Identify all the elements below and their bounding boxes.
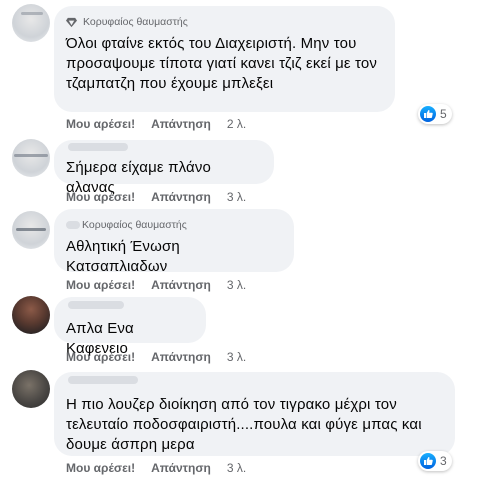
reaction-count: 3 xyxy=(440,454,447,468)
like-link[interactable]: Μου αρέσει! xyxy=(66,117,135,131)
timestamp[interactable]: 2 λ. xyxy=(227,117,246,131)
comment-bubble: Σήμερα είχαμε πλάνο αλανας xyxy=(54,140,274,196)
reaction-count: 5 xyxy=(440,107,447,121)
like-thumb-icon xyxy=(420,453,436,469)
comment-bubble: Κορυφαίος θαυμαστής Όλοι φταίνε εκτός το… xyxy=(54,6,395,112)
timestamp[interactable]: 3 λ. xyxy=(227,190,246,204)
reply-link[interactable]: Απάντηση xyxy=(151,278,211,292)
comment-bubble: Κορυφαίος θαυμαστής Αθλητική Ένωση Κατσα… xyxy=(54,209,294,275)
avatar[interactable] xyxy=(12,370,50,408)
comment-actions: Μου αρέσει! Απάντηση 3 λ. xyxy=(66,461,246,475)
top-fan-badge: Κορυφαίος θαυμαστής xyxy=(66,217,282,233)
badge-label: Κορυφαίος θαυμαστής xyxy=(82,219,187,231)
comment-bubble: Απλα Ενα Καφενειο xyxy=(54,297,206,357)
comment-actions: Μου αρέσει! Απάντηση 3 λ. xyxy=(66,350,246,364)
comment-text: Όλοι φταίνε εκτός του Διαχειριστή. Μην τ… xyxy=(66,35,378,92)
avatar[interactable] xyxy=(12,211,50,249)
avatar[interactable] xyxy=(12,296,50,334)
top-fan-diamond-icon xyxy=(66,17,77,27)
reply-link[interactable]: Απάντηση xyxy=(151,190,211,204)
author-name-redacted xyxy=(68,376,138,384)
avatar[interactable] xyxy=(12,139,50,177)
reaction-count-chip[interactable]: 3 xyxy=(418,451,452,471)
like-link[interactable]: Μου αρέσει! xyxy=(66,461,135,475)
reaction-count-chip[interactable]: 5 xyxy=(418,104,452,124)
like-link[interactable]: Μου αρέσει! xyxy=(66,190,135,204)
timestamp[interactable]: 3 λ. xyxy=(227,461,246,475)
comment-text: Αθλητική Ένωση Κατσαπλιαδων xyxy=(66,238,180,275)
comment-text: Η πιο λουζερ διοίκηση από τον τιγρακο μέ… xyxy=(66,396,422,453)
reply-link[interactable]: Απάντηση xyxy=(151,117,211,131)
comment-actions: Μου αρέσει! Απάντηση 2 λ. xyxy=(66,117,246,131)
timestamp[interactable]: 3 λ. xyxy=(227,350,246,364)
reply-link[interactable]: Απάντηση xyxy=(151,461,211,475)
like-link[interactable]: Μου αρέσει! xyxy=(66,278,135,292)
comment-actions: Μου αρέσει! Απάντηση 3 λ. xyxy=(66,278,246,292)
avatar[interactable] xyxy=(12,4,50,42)
like-link[interactable]: Μου αρέσει! xyxy=(66,350,135,364)
comment-bubble: Η πιο λουζερ διοίκηση από τον τιγρακο μέ… xyxy=(54,372,455,456)
comment-actions: Μου αρέσει! Απάντηση 3 λ. xyxy=(66,190,246,204)
badge-label: Κορυφαίος θαυμαστής xyxy=(83,16,188,28)
like-thumb-icon xyxy=(420,106,436,122)
timestamp[interactable]: 3 λ. xyxy=(227,278,246,292)
top-fan-badge: Κορυφαίος θαυμαστής xyxy=(66,14,383,30)
author-name-redacted xyxy=(68,143,128,151)
author-name-redacted xyxy=(66,221,80,229)
reply-link[interactable]: Απάντηση xyxy=(151,350,211,364)
author-name-redacted xyxy=(68,301,124,309)
